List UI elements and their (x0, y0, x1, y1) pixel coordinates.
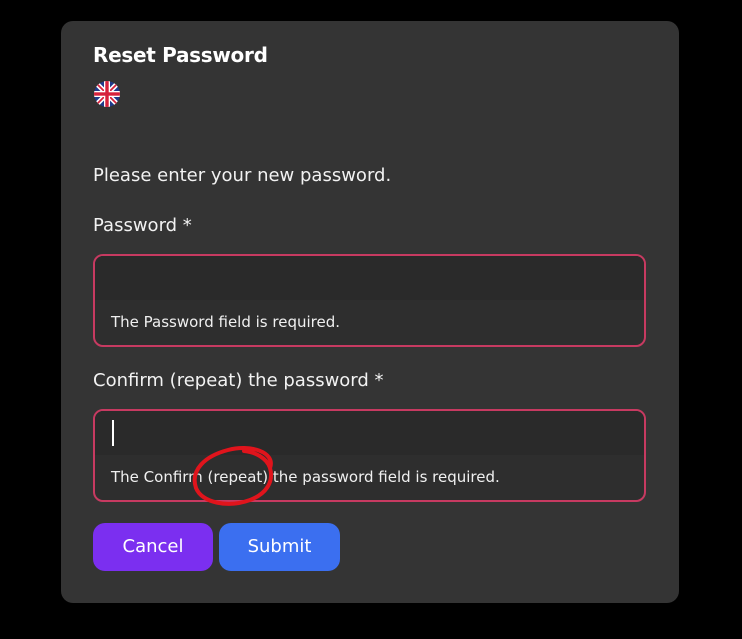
reset-password-dialog: Reset Password Please enter your new pas… (61, 21, 679, 603)
password-error: The Password field is required. (111, 313, 340, 331)
confirm-password-error: The Confirm (repeat) the password field … (111, 468, 500, 486)
uk-flag-icon[interactable] (94, 81, 120, 107)
confirm-password-label: Confirm (repeat) the password * (93, 370, 384, 391)
text-caret (112, 420, 114, 446)
confirm-password-input[interactable] (95, 411, 644, 455)
submit-button[interactable]: Submit (219, 523, 340, 571)
confirm-password-field: The Confirm (repeat) the password field … (93, 409, 646, 502)
cancel-button[interactable]: Cancel (93, 523, 213, 571)
password-input[interactable] (95, 256, 644, 300)
password-field: The Password field is required. (93, 254, 646, 347)
dialog-title: Reset Password (93, 43, 268, 67)
intro-text: Please enter your new password. (93, 165, 392, 186)
password-label: Password * (93, 215, 192, 236)
